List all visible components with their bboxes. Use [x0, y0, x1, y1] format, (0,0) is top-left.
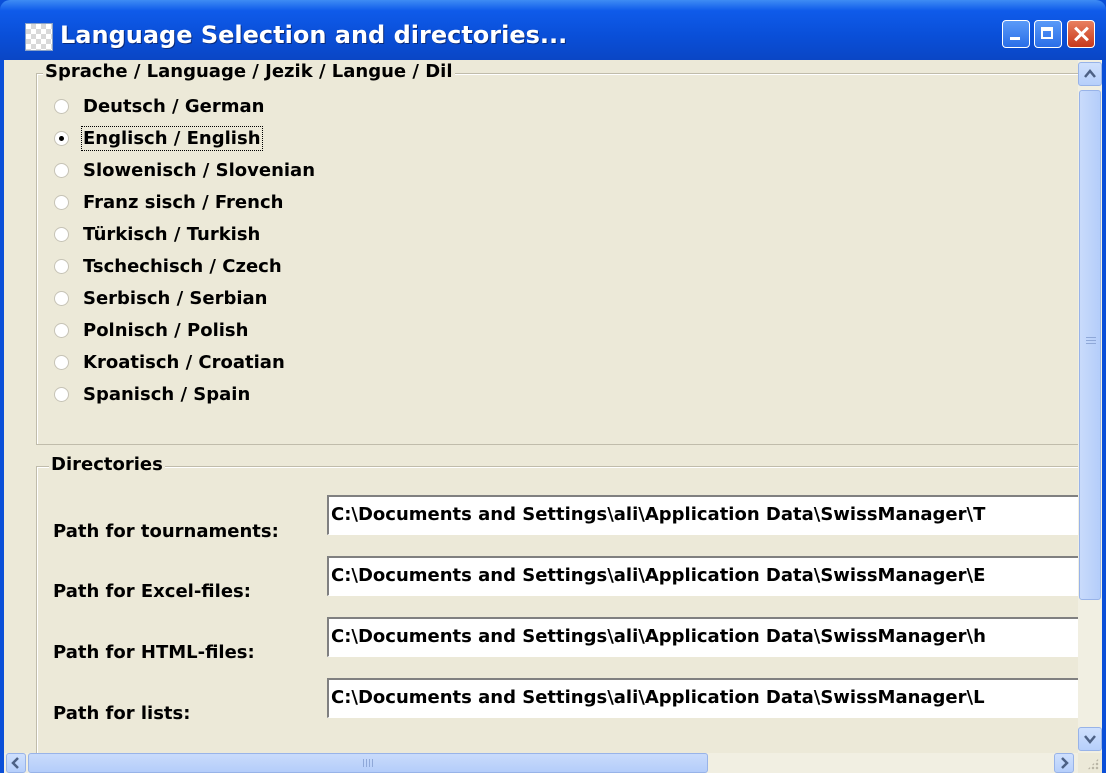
radio-option-polish[interactable]: Polnisch / Polish [54, 318, 248, 342]
radio-button[interactable] [54, 226, 69, 242]
title-bar[interactable]: Language Selection and directories... [0, 0, 1106, 60]
resize-grip-icon[interactable] [1078, 753, 1102, 773]
html-path-label: Path for HTML-files: [53, 642, 255, 663]
radio-option-czech[interactable]: Tschechisch / Czech [54, 254, 282, 278]
radio-option-french[interactable]: Franz sisch / French [54, 190, 283, 214]
radio-button-selected[interactable] [54, 130, 69, 146]
close-button[interactable] [1067, 20, 1095, 48]
radio-button[interactable] [54, 258, 69, 274]
radio-button[interactable] [54, 194, 69, 210]
app-window: Language Selection and directories... Sp… [0, 0, 1106, 773]
radio-option-slovenian[interactable]: Slowenisch / Slovenian [54, 158, 315, 182]
radio-option-croatian[interactable]: Kroatisch / Croatian [54, 350, 285, 374]
radio-button[interactable] [54, 354, 69, 370]
radio-label: Polnisch / Polish [83, 319, 249, 341]
radio-label: Franz sisch / French [83, 191, 284, 213]
scroll-down-button[interactable] [1078, 727, 1102, 751]
vertical-scroll-thumb[interactable] [1079, 90, 1101, 600]
radio-label: Serbisch / Serbian [83, 287, 268, 309]
horizontal-scroll-thumb[interactable] [28, 753, 708, 773]
tournaments-path-input[interactable]: C:\Documents and Settings\ali\Applicatio… [327, 495, 1087, 535]
directories-group-legend: Directories [49, 454, 165, 475]
language-group-legend: Sprache / Language / Jezik / Langue / Di… [43, 61, 455, 82]
chevron-left-icon [11, 757, 19, 769]
radio-button[interactable] [54, 386, 69, 402]
html-path-input[interactable]: C:\Documents and Settings\ali\Applicatio… [327, 617, 1087, 657]
radio-label: Türkisch / Turkish [83, 223, 261, 245]
radio-label: Slowenisch / Slovenian [83, 159, 316, 181]
grip-icon [363, 759, 373, 767]
chevron-down-icon [1084, 735, 1096, 744]
radio-label: Kroatisch / Croatian [83, 351, 285, 373]
tournaments-path-label: Path for tournaments: [53, 521, 279, 542]
radio-button[interactable] [54, 98, 69, 114]
window-title: Language Selection and directories... [60, 21, 568, 49]
radio-label: Deutsch / German [83, 95, 265, 117]
directories-group: Directories Path for tournaments: C:\Doc… [36, 454, 1087, 773]
scroll-left-button[interactable] [6, 753, 26, 773]
excel-path-input[interactable]: C:\Documents and Settings\ali\Applicatio… [327, 556, 1087, 596]
radio-option-serbian[interactable]: Serbisch / Serbian [54, 286, 267, 310]
radio-label: Spanisch / Spain [83, 383, 251, 405]
client-area: Sprache / Language / Jezik / Langue / Di… [4, 60, 1102, 773]
radio-label: Tschechisch / Czech [83, 255, 282, 277]
horizontal-scrollbar[interactable] [4, 753, 1078, 773]
radio-button[interactable] [54, 162, 69, 178]
chevron-up-icon [1084, 69, 1096, 78]
scroll-up-button[interactable] [1078, 62, 1102, 86]
grip-icon [1086, 337, 1096, 345]
radio-option-turkish[interactable]: Türkisch / Turkish [54, 222, 260, 246]
radio-button[interactable] [54, 322, 69, 338]
radio-option-german[interactable]: Deutsch / German [54, 94, 264, 118]
language-group: Sprache / Language / Jezik / Langue / Di… [36, 61, 1082, 445]
radio-option-english[interactable]: Englisch / English [54, 125, 263, 151]
lists-path-label: Path for lists: [53, 703, 191, 724]
radio-label: Englisch / English [81, 125, 263, 151]
radio-button[interactable] [54, 290, 69, 306]
excel-path-label: Path for Excel-files: [53, 581, 251, 602]
chevron-right-icon [1061, 757, 1069, 769]
minimize-button[interactable] [1002, 20, 1030, 48]
scroll-right-button[interactable] [1054, 753, 1074, 773]
lists-path-input[interactable]: C:\Documents and Settings\ali\Applicatio… [327, 678, 1087, 718]
vertical-scrollbar[interactable] [1078, 60, 1102, 753]
maximize-button[interactable] [1034, 20, 1062, 48]
radio-option-spanish[interactable]: Spanisch / Spain [54, 382, 250, 406]
app-icon[interactable] [25, 23, 53, 51]
